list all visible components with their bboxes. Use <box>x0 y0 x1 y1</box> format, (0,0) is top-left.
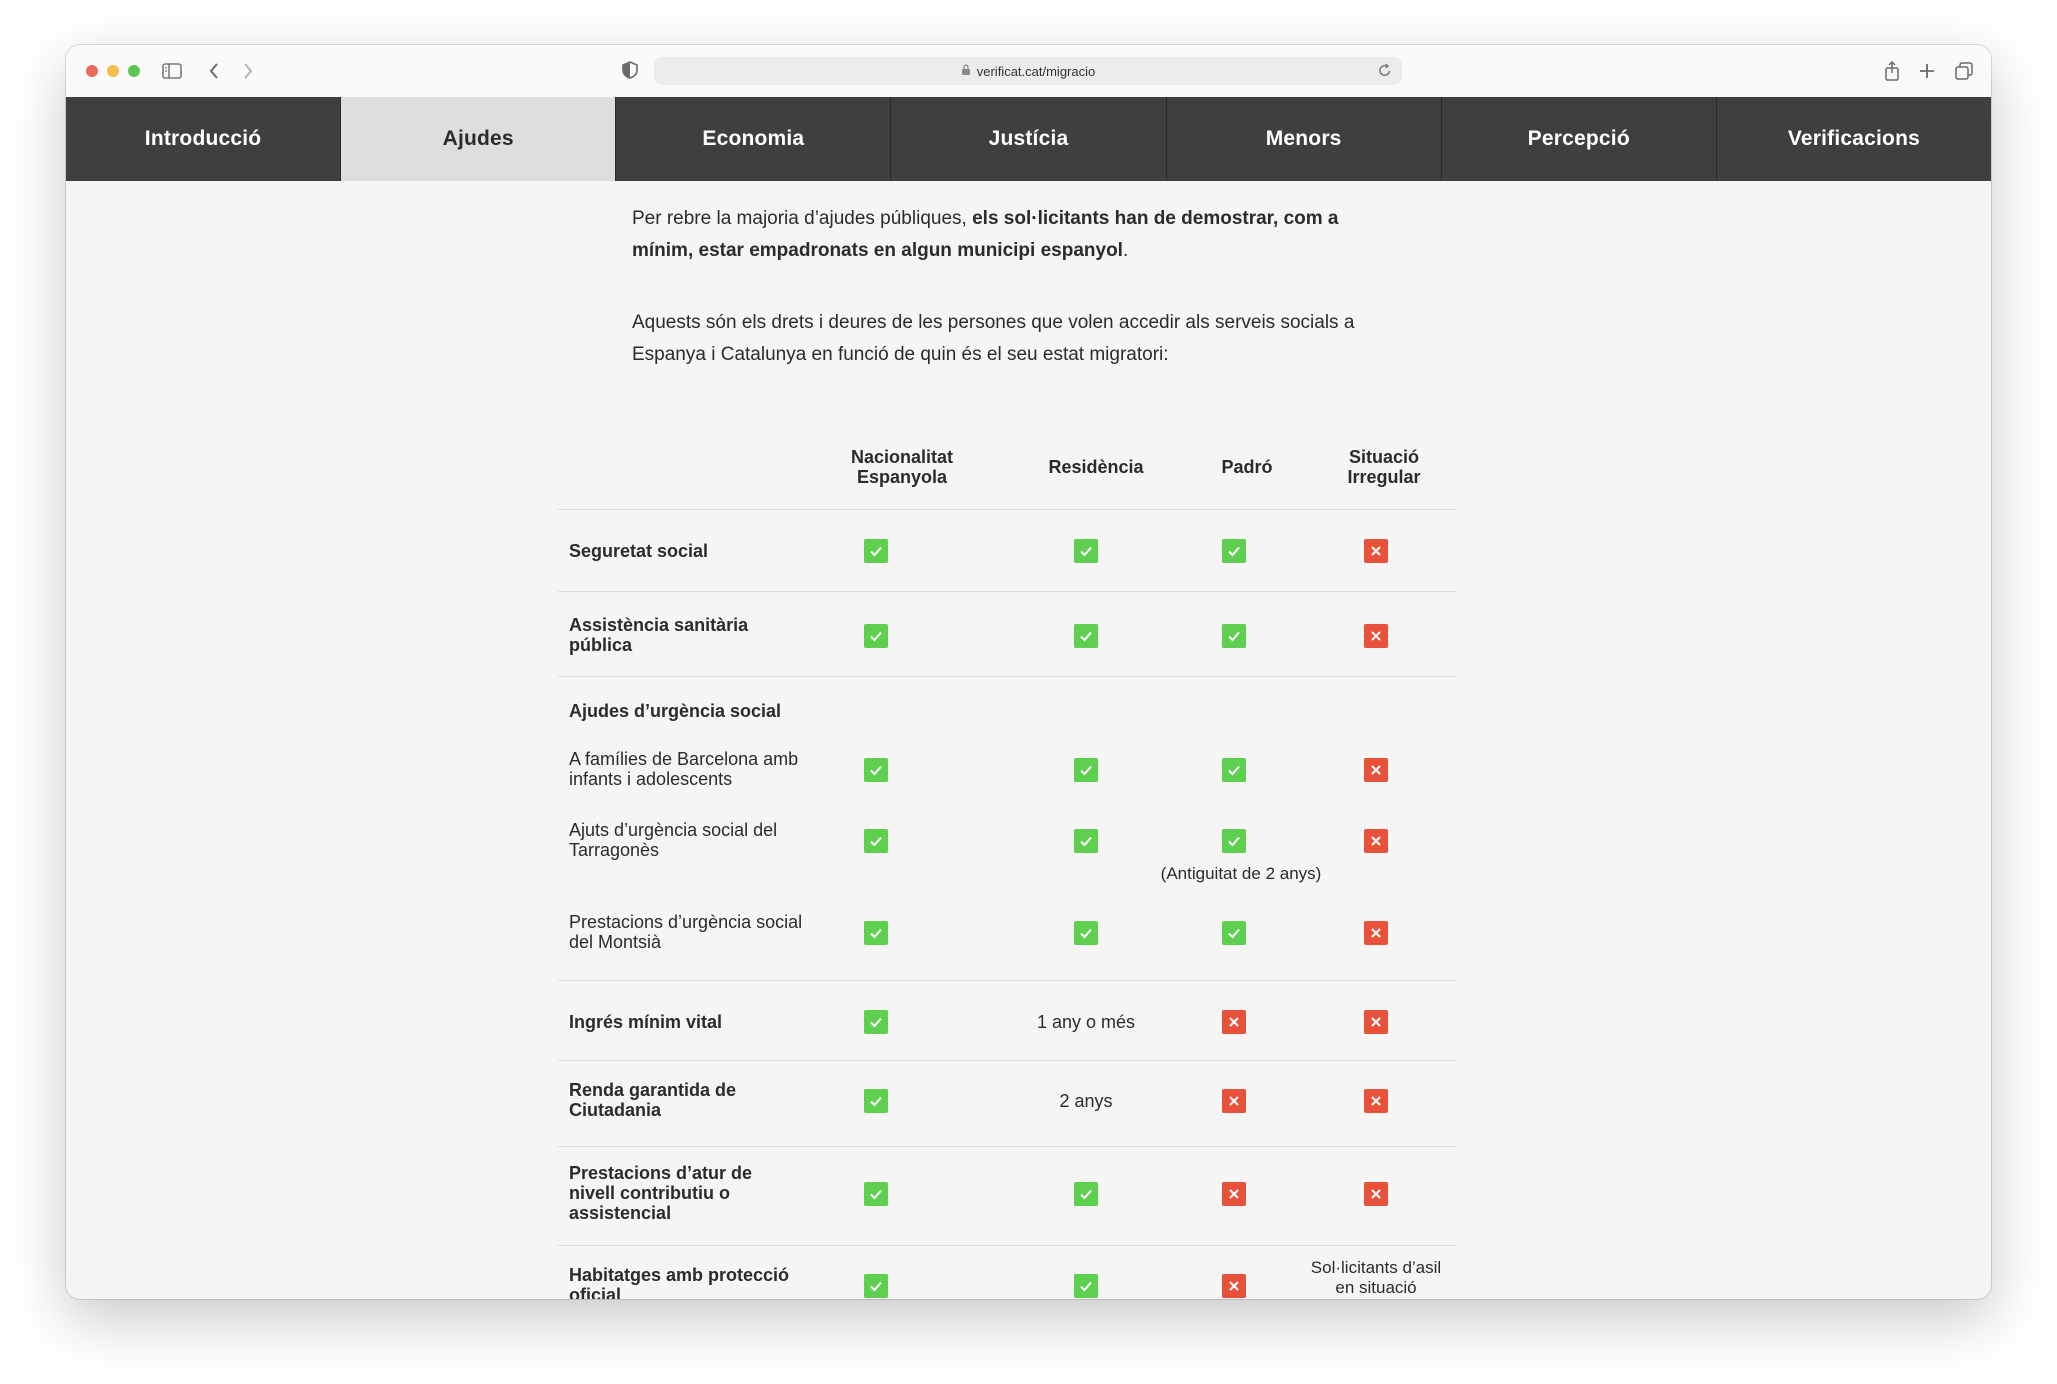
lock-icon <box>961 63 971 79</box>
check-icon-residencia <box>1074 1274 1098 1298</box>
row-label: Prestacions d’urgència social del Montsi… <box>569 912 803 952</box>
cross-icon-situacio-irregular <box>1364 1089 1388 1113</box>
tab-percepcio[interactable]: Percepció <box>1442 97 1717 181</box>
check-icon-nacionalitat <box>864 921 888 945</box>
check-icon-nacionalitat <box>864 624 888 648</box>
cell-text-residencia: 1 any o més <box>1036 1012 1136 1032</box>
check-icon-padro <box>1222 829 1246 853</box>
address-bar[interactable]: verificat.cat/migracio <box>654 57 1402 85</box>
check-icon-padro <box>1222 921 1246 945</box>
check-icon-nacionalitat <box>864 1274 888 1298</box>
share-icon[interactable] <box>1878 57 1906 85</box>
new-tab-icon[interactable] <box>1913 57 1941 85</box>
tab-verificacions[interactable]: Verificacions <box>1717 97 1991 181</box>
row-divider <box>558 980 1456 981</box>
forward-arrow-icon[interactable] <box>234 57 262 85</box>
cross-icon-situacio-irregular <box>1364 539 1388 563</box>
column-header-residencia: Residència <box>1048 457 1144 477</box>
privacy-shield-icon[interactable] <box>622 61 638 84</box>
tab-overview-icon[interactable] <box>1950 57 1978 85</box>
cell-text-situacio-irregular: Sol·licitants d’asil en situació <box>1310 1258 1442 1297</box>
check-icon-residencia <box>1074 624 1098 648</box>
row-divider <box>558 1060 1456 1061</box>
tab-economia[interactable]: Economia <box>616 97 892 181</box>
row-label: Assistència sanitària pública <box>569 615 749 655</box>
tab-ajudes[interactable]: Ajudes <box>341 97 617 181</box>
row-label: A famílies de Barcelona amb infants i ad… <box>569 749 799 789</box>
sidebar-toggle-icon[interactable] <box>158 57 186 85</box>
zoom-window-button[interactable] <box>128 65 140 77</box>
tab-menors[interactable]: Menors <box>1167 97 1442 181</box>
check-icon-nacionalitat <box>864 1010 888 1034</box>
table-header-divider <box>558 509 1456 510</box>
row-label: Ingrés mínim vital <box>569 1012 723 1032</box>
window-controls <box>86 65 140 77</box>
cross-icon-situacio-irregular <box>1364 624 1388 648</box>
row-divider <box>558 676 1456 677</box>
cross-icon-situacio-irregular <box>1364 758 1388 782</box>
row-label: Seguretat social <box>569 541 709 561</box>
check-icon-nacionalitat <box>864 758 888 782</box>
cross-icon-padro <box>1222 1182 1246 1206</box>
tab-justicia[interactable]: Justícia <box>891 97 1167 181</box>
row-label: Habitatges amb protecció oficial <box>569 1265 790 1299</box>
intro-p1-start: Per rebre la majoria d’ajudes públiques, <box>632 208 973 229</box>
cross-icon-situacio-irregular <box>1364 921 1388 945</box>
check-icon-nacionalitat <box>864 539 888 563</box>
cross-icon-situacio-irregular <box>1364 829 1388 853</box>
check-icon-residencia <box>1074 1182 1098 1206</box>
intro-text: Per rebre la majoria d’ajudes públiques,… <box>632 203 1392 411</box>
browser-window: verificat.cat/migracio Introducció Ajude… <box>66 45 1991 1299</box>
row-label: Renda garantida de Ciutadania <box>569 1080 737 1120</box>
row-label: Prestacions d’atur de nivell contributiu… <box>569 1163 753 1223</box>
cross-icon-situacio-irregular <box>1364 1010 1388 1034</box>
check-icon-residencia <box>1074 758 1098 782</box>
check-icon-padro <box>1222 539 1246 563</box>
row-group-label: Ajudes d’urgència social <box>569 701 782 721</box>
check-icon-padro <box>1222 758 1246 782</box>
browser-toolbar: verificat.cat/migracio <box>66 45 1991 98</box>
intro-paragraph-2: Aquests són els drets i deures de les pe… <box>632 312 1355 365</box>
check-icon-padro <box>1222 624 1246 648</box>
row-divider <box>558 1146 1456 1147</box>
close-window-button[interactable] <box>86 65 98 77</box>
cross-icon-padro <box>1222 1089 1246 1113</box>
check-icon-residencia <box>1074 921 1098 945</box>
check-icon-nacionalitat <box>864 829 888 853</box>
cell-text-residencia: 2 anys <box>1059 1091 1113 1111</box>
cross-icon-padro <box>1222 1274 1246 1298</box>
reload-icon[interactable] <box>1378 62 1392 81</box>
url-text: verificat.cat/migracio <box>976 63 1096 79</box>
check-icon-residencia <box>1074 829 1098 853</box>
intro-paragraph-1: Per rebre la majoria d’ajudes públiques,… <box>632 203 1392 267</box>
column-header-padro: Padró <box>1221 457 1273 477</box>
antiguitat-note: (Antiguitat de 2 anys) <box>1160 864 1322 883</box>
check-icon-residencia <box>1074 539 1098 563</box>
site-navigation: Introducció Ajudes Economia Justícia Men… <box>66 97 1991 181</box>
check-icon-nacionalitat <box>864 1182 888 1206</box>
minimize-window-button[interactable] <box>107 65 119 77</box>
row-label: Ajuts d’urgència social del Tarragonès <box>569 820 778 860</box>
tab-introduccio[interactable]: Introducció <box>66 97 342 181</box>
check-icon-nacionalitat <box>864 1089 888 1113</box>
row-divider <box>558 591 1456 592</box>
row-divider <box>558 1245 1456 1246</box>
cross-icon-situacio-irregular <box>1364 1182 1388 1206</box>
column-header-nacionalitat: Nacionalitat Espanyola <box>850 447 954 487</box>
intro-p1-end: . <box>1122 240 1129 261</box>
cross-icon-padro <box>1222 1010 1246 1034</box>
back-arrow-icon[interactable] <box>200 57 228 85</box>
column-header-situacio-irregular: Situació Irregular <box>1347 447 1421 487</box>
